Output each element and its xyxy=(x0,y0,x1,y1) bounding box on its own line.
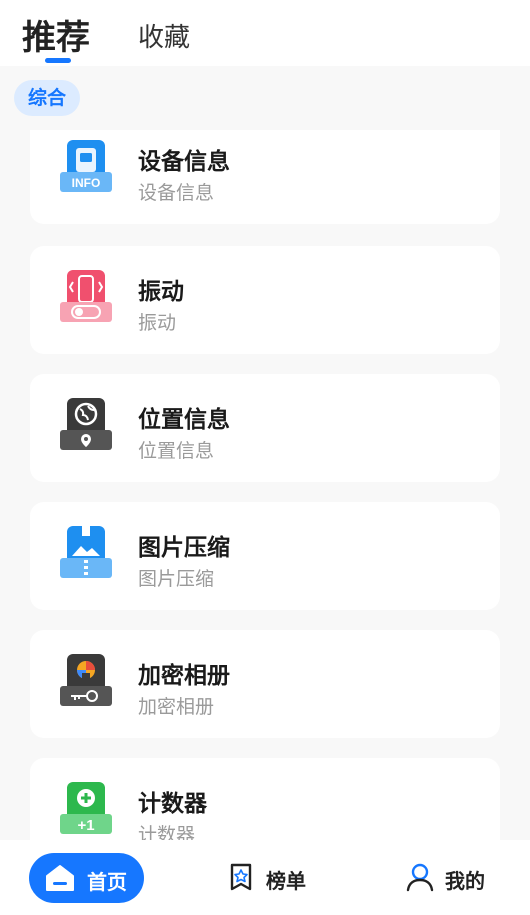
tool-subtitle: 设备信息 xyxy=(138,182,215,204)
tool-title: 计数器 xyxy=(138,791,207,817)
tool-title: 加密相册 xyxy=(138,663,230,689)
tool-list[interactable]: INFO 设备信息 设备信息 振动 振动 位置信息 位置信息 图片压缩 图片压缩… xyxy=(0,130,530,840)
top-tab-bar: 推荐 收藏 xyxy=(0,0,530,66)
location-globe-icon xyxy=(60,398,112,450)
image-compress-icon xyxy=(60,524,112,578)
nav-home-button[interactable]: 首页 xyxy=(29,853,144,903)
bottom-navigation: 首页 榜单 我的 xyxy=(0,840,530,915)
info-icon-text: INFO xyxy=(72,176,101,190)
tool-subtitle: 图片压缩 xyxy=(138,568,215,590)
tool-title: 设备信息 xyxy=(138,149,230,175)
info-device-icon: INFO xyxy=(60,140,112,192)
nav-home-label: 首页 xyxy=(87,870,127,894)
plus-one-text: +1 xyxy=(77,817,94,834)
tool-card-image-compress[interactable]: 图片压缩 图片压缩 xyxy=(30,502,500,610)
active-tab-indicator xyxy=(45,58,71,63)
nav-rank-label: 榜单 xyxy=(266,869,306,893)
tool-subtitle: 振动 xyxy=(138,312,177,334)
tool-subtitle: 加密相册 xyxy=(138,696,215,718)
tool-title: 位置信息 xyxy=(138,407,230,433)
tool-title: 振动 xyxy=(138,279,184,305)
home-icon xyxy=(46,865,74,891)
vibration-icon xyxy=(60,270,112,322)
tool-card-counter[interactable]: +1 计数器 计数器 xyxy=(30,758,500,840)
counter-icon: +1 xyxy=(60,782,112,834)
nav-mine-label: 我的 xyxy=(445,869,485,893)
tool-subtitle: 计数器 xyxy=(138,824,196,840)
user-icon xyxy=(406,863,434,892)
tool-card-device-info[interactable]: INFO 设备信息 设备信息 xyxy=(30,130,500,224)
tab-favorites[interactable]: 收藏 xyxy=(138,17,190,54)
tool-card-vibration[interactable]: 振动 振动 xyxy=(30,246,500,354)
tab-recommend[interactable]: 推荐 xyxy=(22,10,90,59)
tool-subtitle: 位置信息 xyxy=(138,440,215,462)
category-chip-all[interactable]: 综合 xyxy=(14,80,81,116)
category-bar: 综合 xyxy=(0,66,530,130)
bookmark-star-icon xyxy=(230,863,252,891)
tool-title: 图片压缩 xyxy=(138,535,230,561)
encrypted-album-icon xyxy=(60,654,112,706)
tool-card-location[interactable]: 位置信息 位置信息 xyxy=(30,374,500,482)
tool-card-encrypted-album[interactable]: 加密相册 加密相册 xyxy=(30,630,500,738)
